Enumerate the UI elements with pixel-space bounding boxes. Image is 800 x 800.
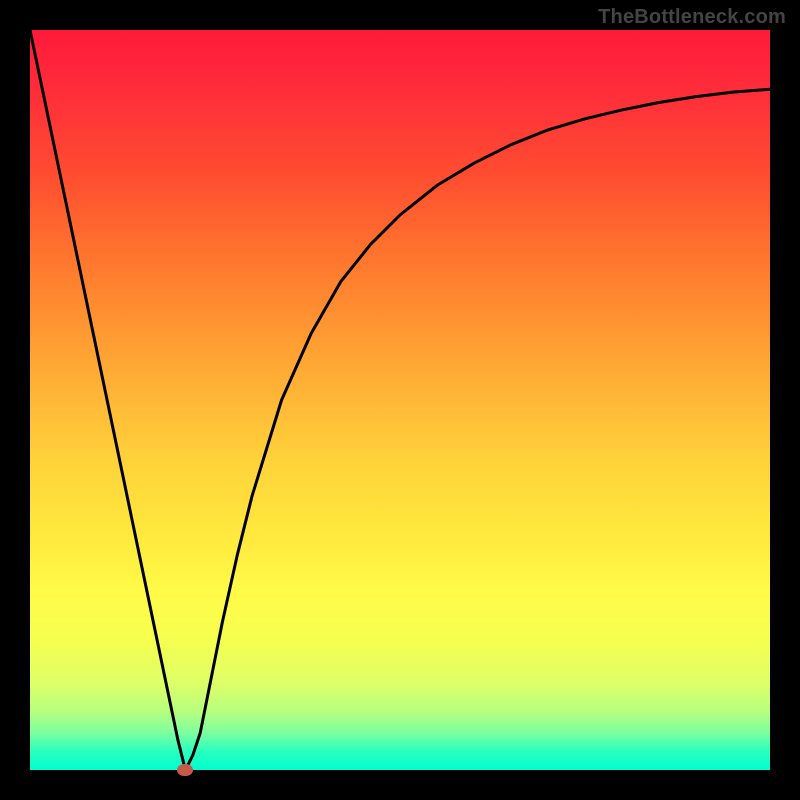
- curve-svg: [30, 30, 770, 770]
- chart-frame: TheBottleneck.com: [0, 0, 800, 800]
- watermark-text: TheBottleneck.com: [598, 6, 786, 29]
- minimum-marker: [177, 764, 193, 776]
- bottleneck-curve: [30, 30, 770, 770]
- plot-area: [30, 30, 770, 770]
